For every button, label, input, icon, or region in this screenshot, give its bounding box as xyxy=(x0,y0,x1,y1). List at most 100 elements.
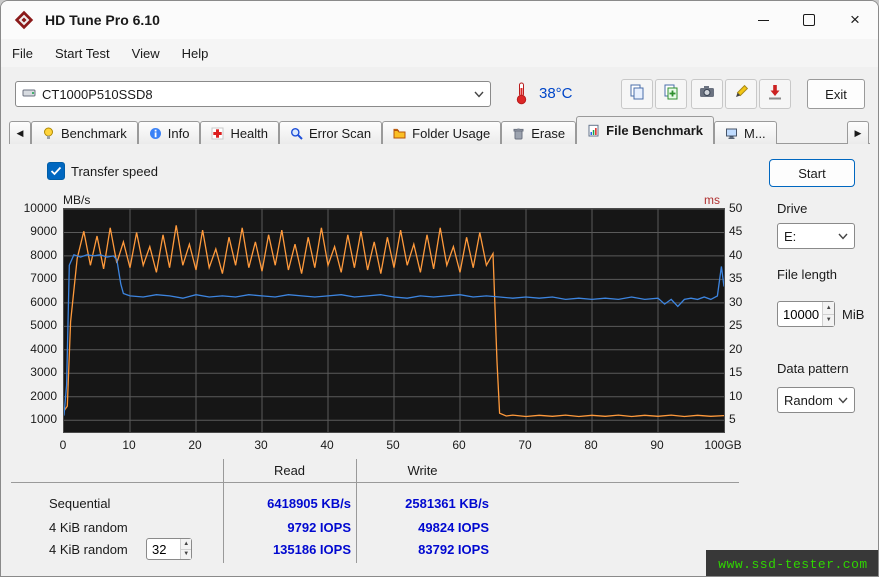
x-axis-tick: 60 xyxy=(435,438,483,452)
trash-icon xyxy=(512,127,525,140)
folder-icon xyxy=(393,127,406,140)
tab-m[interactable]: M... xyxy=(714,121,777,144)
tab-folder-usage[interactable]: Folder Usage xyxy=(382,121,501,144)
tab-info[interactable]: Info xyxy=(138,121,201,144)
window-title: HD Tune Pro 6.10 xyxy=(45,12,160,28)
x-axis-tick: 80 xyxy=(567,438,615,452)
health-icon xyxy=(211,127,224,140)
data-pattern-label: Data pattern xyxy=(777,361,849,376)
maximize-icon xyxy=(803,14,815,26)
arrow-left-icon: ◀ xyxy=(17,128,24,139)
tab-erase[interactable]: Erase xyxy=(501,121,576,144)
minimize-icon xyxy=(758,20,769,21)
y-right-unit-label: ms xyxy=(701,193,723,207)
chevron-down-icon xyxy=(474,91,484,98)
y-axis-left-tick: 1000 xyxy=(1,412,57,426)
transfer-speed-label: Transfer speed xyxy=(71,164,158,179)
drive-icon xyxy=(22,87,36,102)
tab-file-benchmark[interactable]: File Benchmark xyxy=(576,116,714,144)
y-axis-right-tick: 25 xyxy=(729,318,759,332)
filebench-icon xyxy=(587,124,600,137)
y-left-unit-label: MB/s xyxy=(63,193,90,207)
tab-label: Erase xyxy=(531,126,565,141)
benchmark-chart xyxy=(63,208,725,433)
app-logo-icon xyxy=(13,9,35,31)
menu-bar: File Start Test View Help xyxy=(1,39,878,67)
write-column-header: Write xyxy=(356,463,489,478)
menu-item-help[interactable]: Help xyxy=(171,42,220,65)
save-button[interactable] xyxy=(759,79,791,109)
file-length-value[interactable] xyxy=(778,302,822,326)
title-bar: HD Tune Pro 6.10 × xyxy=(1,1,878,39)
y-axis-left-tick: 6000 xyxy=(1,295,57,309)
thermometer-icon xyxy=(515,81,528,110)
result-row-label: 4 KiB random xyxy=(49,542,128,557)
tab-error-scan[interactable]: Error Scan xyxy=(279,121,382,144)
window-controls: × xyxy=(740,1,878,39)
x-axis-tick: 70 xyxy=(501,438,549,452)
random-qd32-read-value: 135186 IOPS xyxy=(231,542,351,557)
queue-depth-input[interactable]: ▲ ▼ xyxy=(146,538,192,560)
y-axis-right-tick: 15 xyxy=(729,365,759,379)
data-pattern-combo[interactable]: Random xyxy=(777,387,855,413)
file-length-input[interactable]: ▲ ▼ xyxy=(777,301,835,327)
transfer-speed-checkbox[interactable] xyxy=(47,162,65,180)
close-button[interactable]: × xyxy=(832,1,878,39)
x-axis-tick: 90 xyxy=(633,438,681,452)
minimize-button[interactable] xyxy=(740,1,786,39)
y-axis-right-tick: 30 xyxy=(729,295,759,309)
drive-selector-combo[interactable]: CT1000P510SSD8 xyxy=(15,81,491,107)
queue-depth-value[interactable] xyxy=(147,539,180,559)
monitor-icon xyxy=(725,127,738,140)
tab-label: Health xyxy=(230,126,268,141)
result-row-label: Sequential xyxy=(49,496,110,511)
x-axis-tick: 100GB xyxy=(699,438,747,452)
copy-button[interactable] xyxy=(621,79,653,109)
tab-benchmark[interactable]: Benchmark xyxy=(31,121,138,144)
tab-label: Benchmark xyxy=(61,126,127,141)
y-axis-right-tick: 40 xyxy=(729,248,759,262)
search-icon xyxy=(290,127,303,140)
arrow-right-icon: ▶ xyxy=(855,128,862,139)
result-row-label: 4 KiB random xyxy=(49,520,128,535)
data-pattern-value: Random xyxy=(784,393,832,408)
start-button[interactable]: Start xyxy=(769,159,855,187)
drive-label: Drive xyxy=(777,201,807,216)
camera-icon xyxy=(698,83,716,106)
tab-label: Info xyxy=(168,126,190,141)
save-icon xyxy=(766,83,784,106)
report-icon xyxy=(662,83,680,106)
file-length-label: File length xyxy=(777,267,837,282)
menu-item-view[interactable]: View xyxy=(121,42,171,65)
x-axis-tick: 40 xyxy=(303,438,351,452)
maximize-button[interactable] xyxy=(786,1,832,39)
menu-item-start-test[interactable]: Start Test xyxy=(44,42,121,65)
info-icon xyxy=(149,127,162,140)
y-axis-left-tick: 8000 xyxy=(1,248,57,262)
exit-button[interactable]: Exit xyxy=(807,79,865,109)
y-axis-left-tick: 3000 xyxy=(1,365,57,379)
results-header-divider xyxy=(11,482,739,483)
spin-down-button[interactable]: ▼ xyxy=(823,314,834,327)
report-button[interactable] xyxy=(655,79,687,109)
camera-button[interactable] xyxy=(691,79,723,109)
x-axis-tick: 50 xyxy=(369,438,417,452)
color-button[interactable] xyxy=(725,79,757,109)
tab-scroll-right-button[interactable]: ▶ xyxy=(847,121,869,144)
file-length-unit-label: MiB xyxy=(842,307,864,322)
menu-item-file[interactable]: File xyxy=(1,42,44,65)
spin-up-button[interactable]: ▲ xyxy=(181,539,191,549)
drive-selector-value: CT1000P510SSD8 xyxy=(42,87,468,102)
tab-health[interactable]: Health xyxy=(200,121,279,144)
tab-scroll-left-button[interactable]: ◀ xyxy=(9,121,31,144)
check-icon xyxy=(50,166,62,176)
bulb-icon xyxy=(42,127,55,140)
y-axis-right-tick: 35 xyxy=(729,271,759,285)
random-read-value: 9792 IOPS xyxy=(231,520,351,535)
spin-down-button[interactable]: ▼ xyxy=(181,549,191,560)
random-write-value: 49824 IOPS xyxy=(369,520,489,535)
spin-up-button[interactable]: ▲ xyxy=(823,302,834,314)
temperature-value: 38°C xyxy=(539,85,573,102)
watermark-banner: www.ssd-tester.com xyxy=(706,550,879,577)
target-drive-combo[interactable]: E: xyxy=(777,223,855,249)
